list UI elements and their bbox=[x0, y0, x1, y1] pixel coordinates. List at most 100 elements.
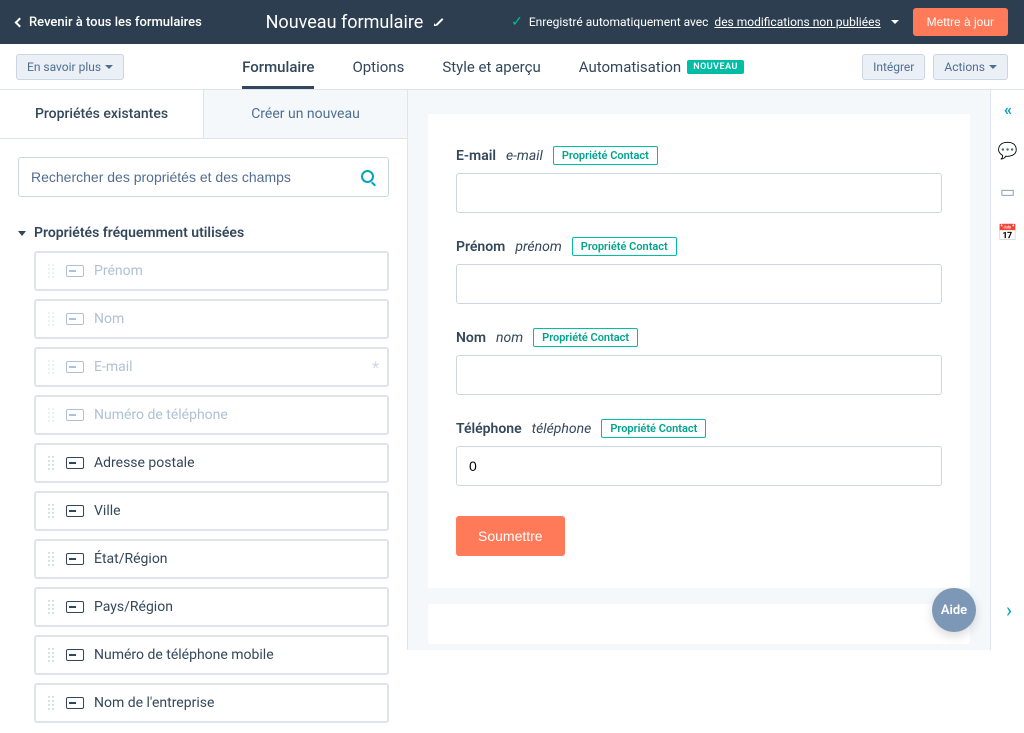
property-tag: Propriété Contact bbox=[533, 328, 638, 347]
tab-options[interactable]: Options bbox=[352, 46, 404, 88]
collapse-icon[interactable]: » bbox=[1004, 100, 1012, 119]
field-input[interactable] bbox=[456, 446, 942, 486]
item-label: Ville bbox=[94, 503, 121, 519]
list-item[interactable]: Pays/Région bbox=[34, 587, 389, 627]
tab-form[interactable]: Formulaire bbox=[242, 46, 314, 88]
field-label: Prénom bbox=[456, 239, 505, 255]
list-item[interactable]: État/Région bbox=[34, 539, 389, 579]
caret-down-icon[interactable] bbox=[891, 20, 899, 24]
form-field: Nom nom Propriété Contact bbox=[456, 328, 942, 395]
autosave-status: ✓ Enregistré automatiquement avec des mo… bbox=[511, 14, 899, 30]
list-item: E-mail* bbox=[34, 347, 389, 387]
group-header[interactable]: Propriétés fréquemment utilisées bbox=[18, 215, 389, 251]
form-title: Nouveau formulaire bbox=[266, 12, 424, 33]
calendar-icon[interactable]: 📅 bbox=[998, 223, 1018, 242]
submit-button[interactable]: Soumettre bbox=[456, 516, 565, 556]
sidebar-tabs: Propriétés existantes Créer un nouveau bbox=[0, 90, 407, 139]
list-item[interactable]: Adresse postale bbox=[34, 443, 389, 483]
list-item[interactable]: Numéro de téléphone mobile bbox=[34, 635, 389, 675]
field-icon bbox=[66, 601, 84, 613]
item-label: Numéro de téléphone mobile bbox=[94, 647, 274, 663]
item-label: Pays/Région bbox=[94, 599, 173, 615]
items-list: Prénom Nom E-mail* Numéro de téléphone Adres… bbox=[18, 251, 389, 723]
field-input[interactable] bbox=[456, 264, 942, 304]
content: Propriétés existantes Créer un nouveau P… bbox=[0, 90, 1024, 650]
learn-more-dropdown[interactable]: En savoir plus bbox=[16, 54, 124, 80]
item-label: E-mail bbox=[94, 359, 133, 375]
field-var: prénom bbox=[515, 239, 561, 255]
saved-prefix: Enregistré automatiquement avec bbox=[529, 15, 709, 29]
field-label: Nom bbox=[456, 330, 486, 346]
item-label: Numéro de téléphone bbox=[94, 407, 228, 423]
field-icon bbox=[66, 697, 84, 709]
tab-style[interactable]: Style et aperçu bbox=[442, 46, 540, 88]
main-canvas: E-mail e-mailPropriété ContactPrénom pré… bbox=[408, 90, 990, 650]
bottom-panel bbox=[428, 604, 970, 644]
list-item: Prénom bbox=[34, 251, 389, 291]
form-preview: E-mail e-mailPropriété ContactPrénom pré… bbox=[428, 114, 970, 588]
chat-icon[interactable]: 💬 bbox=[998, 141, 1018, 160]
property-group: Propriétés fréquemment utilisées Prénom N… bbox=[0, 215, 407, 733]
item-label: Nom bbox=[94, 311, 124, 327]
item-label: État/Région bbox=[94, 551, 168, 567]
property-tag: Propriété Contact bbox=[601, 419, 706, 438]
field-input[interactable] bbox=[456, 173, 942, 213]
list-item: Nom bbox=[34, 299, 389, 339]
field-var: téléphone bbox=[532, 421, 592, 437]
item-label: Nom de l'entreprise bbox=[94, 695, 214, 711]
field-var: nom bbox=[496, 330, 523, 346]
changes-link[interactable]: des modifications non publiées bbox=[714, 15, 880, 29]
field-icon bbox=[66, 361, 84, 373]
search-input[interactable] bbox=[31, 169, 361, 185]
actions-dropdown[interactable]: Actions bbox=[933, 54, 1008, 80]
pencil-icon[interactable] bbox=[433, 15, 447, 29]
back-link[interactable]: Revenir à tous les formulaires bbox=[16, 15, 202, 30]
property-tag: Propriété Contact bbox=[572, 237, 677, 256]
topbar: Revenir à tous les formulaires Nouveau f… bbox=[0, 0, 1024, 44]
list-item: Numéro de téléphone bbox=[34, 395, 389, 435]
field-icon bbox=[66, 265, 84, 277]
check-icon: ✓ bbox=[511, 14, 523, 30]
menubar: En savoir plus Formulaire Options Style … bbox=[0, 44, 1024, 90]
field-label: Téléphone bbox=[456, 421, 522, 437]
field-icon bbox=[66, 313, 84, 325]
field-icon bbox=[66, 457, 84, 469]
caret-down-icon bbox=[105, 65, 113, 69]
form-field: E-mail e-mail Propriété Contact bbox=[456, 146, 942, 213]
field-label: E-mail bbox=[456, 148, 496, 164]
embed-button[interactable]: Intégrer bbox=[862, 54, 925, 80]
search-wrap bbox=[0, 139, 407, 215]
window-icon[interactable]: ▭ bbox=[1000, 182, 1015, 201]
form-field: Prénom prénom Propriété Contact bbox=[456, 237, 942, 304]
main-tabs: Formulaire Options Style et aperçu Autom… bbox=[144, 46, 842, 88]
field-icon bbox=[66, 649, 84, 661]
chevron-down-icon bbox=[18, 231, 26, 236]
field-icon bbox=[66, 409, 84, 421]
list-item[interactable]: Nom de l'entreprise bbox=[34, 683, 389, 723]
form-field: Téléphone téléphone Propriété Contact bbox=[456, 419, 942, 486]
search-box[interactable] bbox=[18, 157, 389, 197]
property-tag: Propriété Contact bbox=[553, 146, 658, 165]
field-icon bbox=[66, 505, 84, 517]
subtab-existing[interactable]: Propriétés existantes bbox=[0, 90, 204, 138]
menubar-right: Intégrer Actions bbox=[862, 54, 1008, 80]
list-item[interactable]: Ville bbox=[34, 491, 389, 531]
caret-down-icon bbox=[989, 65, 997, 69]
field-icon bbox=[66, 553, 84, 565]
field-input[interactable] bbox=[456, 355, 942, 395]
sidebar: Propriétés existantes Créer un nouveau P… bbox=[0, 90, 408, 650]
chevron-right-icon[interactable]: › bbox=[1006, 598, 1012, 622]
group-title: Propriétés fréquemment utilisées bbox=[34, 225, 244, 241]
search-icon[interactable] bbox=[361, 170, 376, 185]
top-center: Nouveau formulaire bbox=[216, 12, 497, 33]
back-label: Revenir à tous les formulaires bbox=[29, 15, 202, 30]
tab-automation[interactable]: Automatisation NOUVEAU bbox=[579, 46, 744, 88]
badge-new: NOUVEAU bbox=[687, 60, 744, 74]
subtab-create[interactable]: Créer un nouveau bbox=[204, 90, 407, 138]
chevron-left-icon bbox=[15, 17, 25, 27]
help-button[interactable]: Aide bbox=[932, 588, 976, 632]
update-button[interactable]: Mettre à jour bbox=[913, 8, 1008, 36]
item-label: Prénom bbox=[94, 263, 143, 279]
right-rail: » 💬 ▭ 📅 bbox=[990, 90, 1024, 650]
field-var: e-mail bbox=[506, 148, 543, 164]
